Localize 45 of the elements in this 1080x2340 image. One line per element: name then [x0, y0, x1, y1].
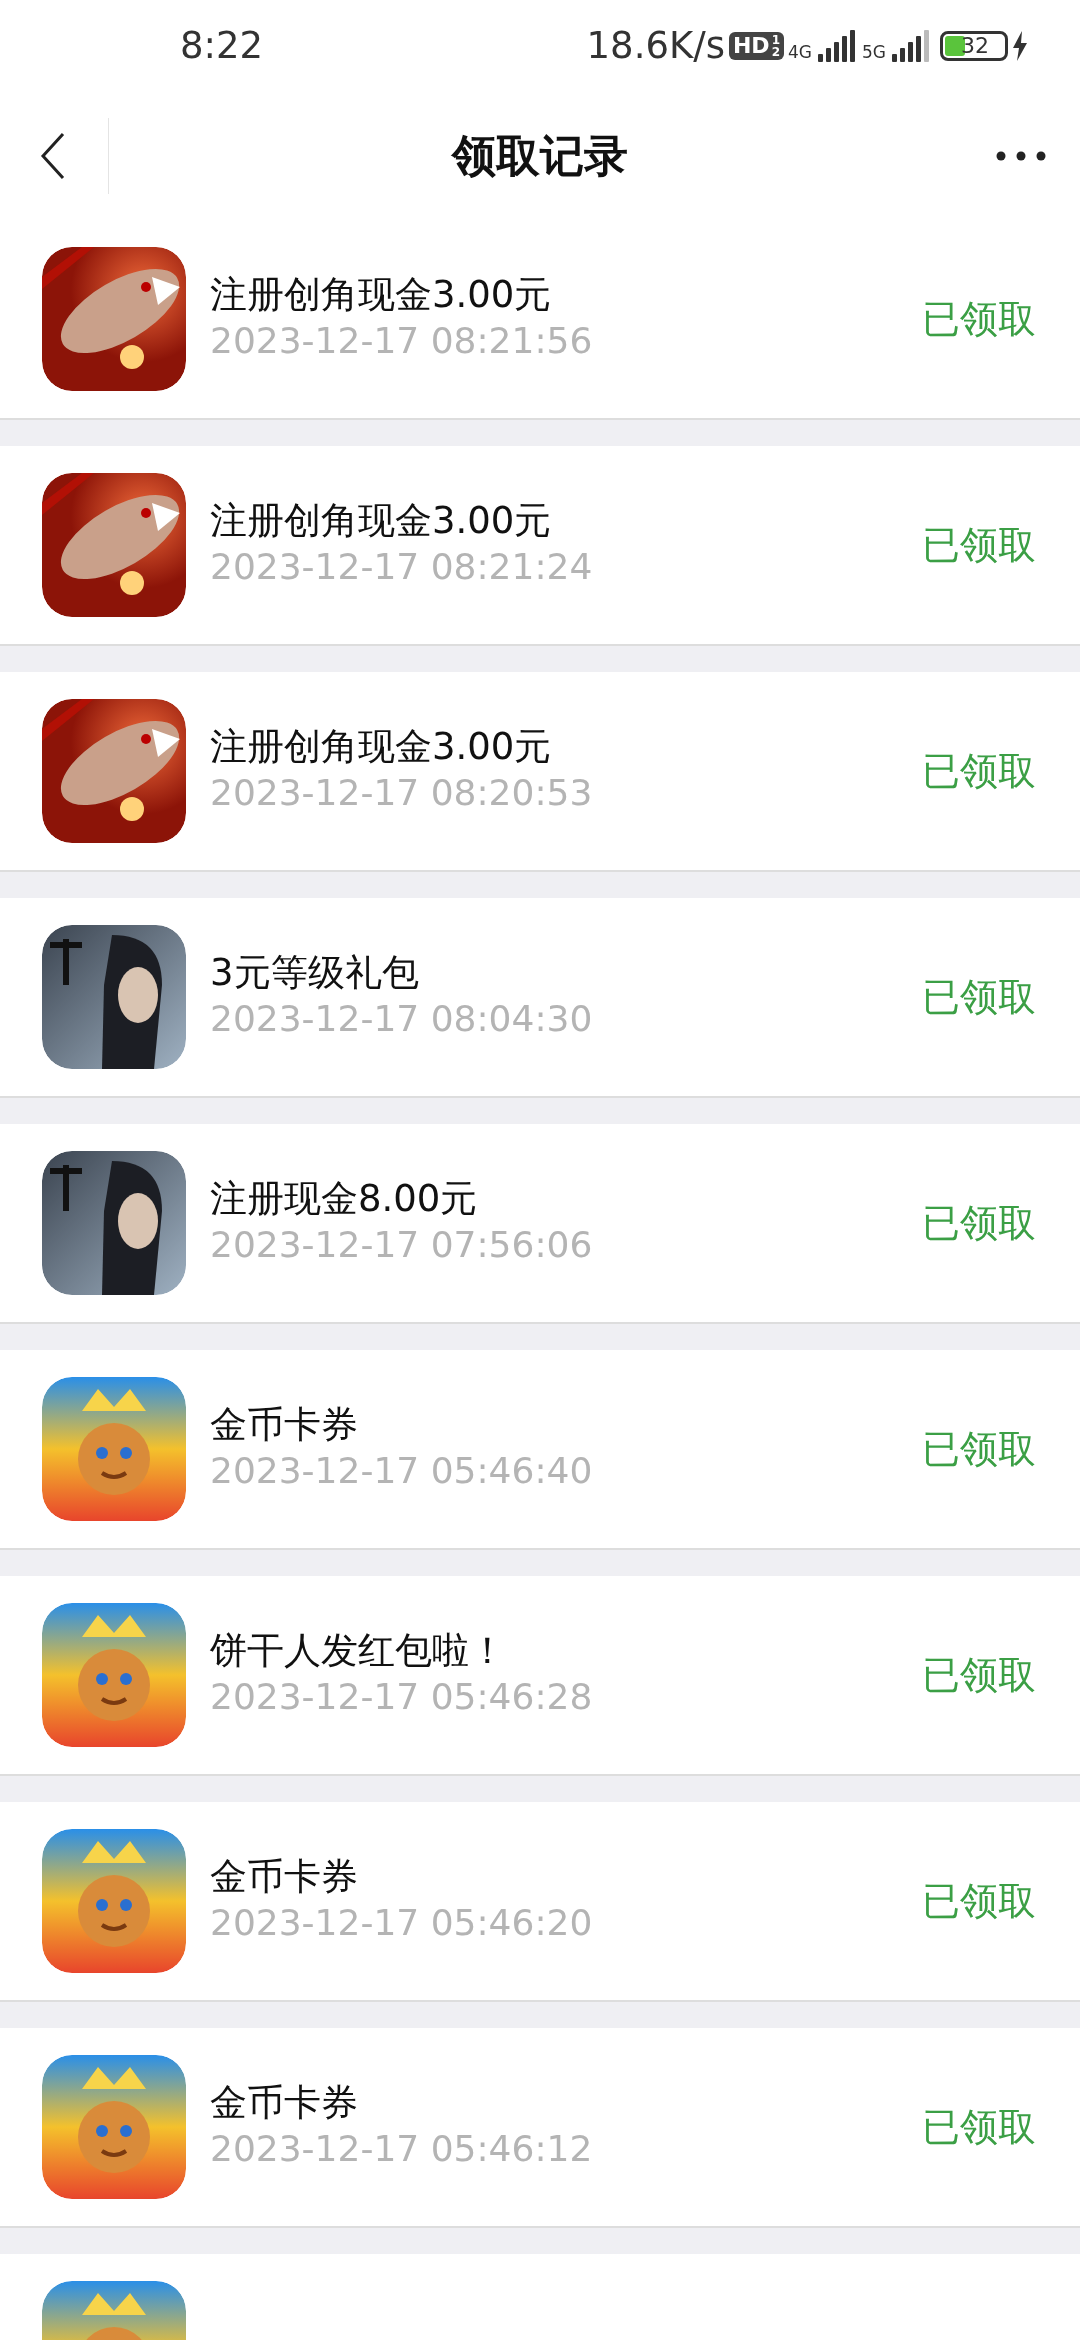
claimed-status: 已领取: [922, 521, 1036, 569]
airship-app-icon: [42, 247, 186, 391]
claimed-status: 已领取: [922, 1651, 1036, 1699]
claimed-status: 已领取: [922, 1877, 1036, 1925]
record-time: 2023-12-17 05:46:28: [210, 1674, 594, 1719]
record-title: 金币卡券: [210, 2081, 359, 2126]
swordsman-app-icon: [42, 1151, 186, 1295]
record-time: 2023-12-17 05:46:40: [210, 1448, 594, 1493]
clock-time: 8:22: [180, 23, 264, 70]
record-title: 金币卡券: [210, 1403, 359, 1448]
record-title: 金币卡券: [210, 1855, 359, 1900]
record-time: 2023-12-17 05:46:12: [210, 2126, 594, 2171]
more-icon: [996, 151, 1046, 161]
record-title: 注册创角现金3.00元: [210, 273, 553, 318]
record-title: 3元等级礼包: [210, 951, 420, 996]
record-title: 注册创角现金3.00元: [210, 725, 553, 770]
record-title: 饼干人发红包啦！: [210, 1629, 507, 1674]
signal-icon: [890, 30, 932, 62]
record-time: 2023-12-17 08:04:30: [210, 996, 594, 1041]
claimed-status: 已领取: [922, 1199, 1036, 1247]
record-time: 2023-12-17 08:20:53: [210, 770, 594, 815]
signal-icon: [816, 30, 858, 62]
network-speed: 18.6K/s: [586, 23, 725, 70]
claimed-status: 已领取: [922, 295, 1036, 343]
cookie-character-app-icon: [42, 1603, 186, 1747]
cookie-character-app-icon: [42, 2055, 186, 2199]
claimed-status: 已领取: [922, 2103, 1036, 2151]
sim2-label: 5G: [862, 44, 886, 62]
swordsman-app-icon: [42, 925, 186, 1069]
sim1-label: 4G: [788, 44, 812, 62]
record-time: 2023-12-17 08:21:56: [210, 318, 594, 363]
record-time: 2023-12-17 07:56:06: [210, 1222, 594, 1267]
chevron-left-icon: [40, 132, 66, 180]
airship-app-icon: [42, 473, 186, 617]
claimed-status: 已领取: [922, 1425, 1036, 1473]
record-time: 2023-12-17 08:21:24: [210, 544, 594, 589]
record-title: 注册创角现金3.00元: [210, 499, 553, 544]
airship-app-icon: [42, 699, 186, 843]
record-time: 2023-12-17 05:46:20: [210, 1900, 594, 1945]
cookie-character-app-icon: [42, 1377, 186, 1521]
page-title: 领取记录: [452, 129, 628, 183]
claimed-status: 已领取: [922, 747, 1036, 795]
claimed-status: 已领取: [922, 973, 1036, 1021]
cookie-character-app-icon: [42, 1829, 186, 1973]
record-title: 注册现金8.00元: [210, 1177, 479, 1222]
